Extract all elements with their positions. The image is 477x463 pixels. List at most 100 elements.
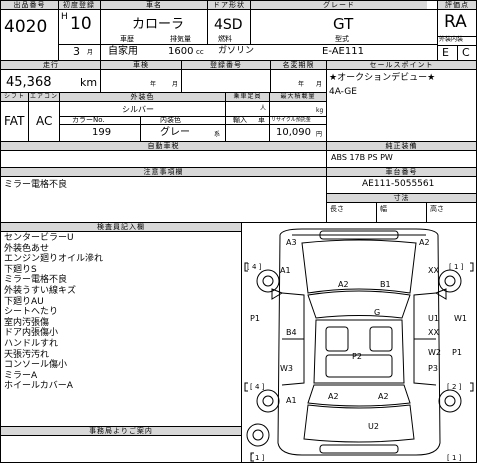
score-label: 評価点 bbox=[438, 1, 476, 9]
shift: FAT bbox=[4, 114, 25, 128]
name-change-label: 名変期限 bbox=[271, 61, 326, 69]
ac: AC bbox=[36, 114, 53, 128]
mark-A2-rear-right: A2 bbox=[378, 392, 389, 401]
height-label: 高さ bbox=[430, 205, 444, 213]
list-item: ミラー電格不良 bbox=[4, 275, 68, 286]
payload-unit: kg bbox=[316, 107, 324, 114]
score: RA bbox=[444, 12, 467, 32]
reg-month: 3 bbox=[73, 45, 80, 58]
model-label: 型式 bbox=[335, 35, 349, 43]
era: H bbox=[61, 12, 68, 22]
ac-label: エアコン bbox=[29, 93, 59, 101]
list-item: 天張汚汚れ bbox=[4, 349, 50, 360]
grade: GT bbox=[333, 15, 354, 33]
color-no: 199 bbox=[92, 127, 112, 138]
interior-color-unit: 系 bbox=[214, 131, 221, 138]
mileage-label: 走行 bbox=[1, 61, 101, 69]
genuine-equipment-label: 純正装備 bbox=[327, 142, 476, 150]
doors-label: ドア形状 bbox=[208, 1, 250, 9]
exterior-color-label: 外装色 bbox=[60, 93, 225, 101]
capacity-unit: 人 bbox=[260, 105, 267, 112]
mark-W2: W2 bbox=[428, 348, 441, 357]
interior-exterior-label: 外装内装 bbox=[439, 36, 464, 43]
mark-W3: W3 bbox=[280, 364, 293, 373]
mark-P1-left: P1 bbox=[250, 314, 260, 323]
color-no-label: カラーNo. bbox=[72, 116, 105, 124]
name-change-month: 月 bbox=[316, 81, 323, 88]
import-label: 輸入 bbox=[233, 116, 247, 124]
car-name: カローラ bbox=[132, 17, 185, 32]
car-damage-diagram: A3 A2 [ 4 ] [ 1 ] A1 XX A2 B1 P1 G U1 W1… bbox=[244, 228, 474, 462]
tire-extra: [ 1 ] bbox=[447, 454, 462, 462]
car-name-label: 車名 bbox=[101, 1, 207, 9]
list-item: ホイールカバーA bbox=[4, 381, 73, 392]
inspection-label: 車検 bbox=[101, 61, 181, 69]
capacity-label: 乗車定員 bbox=[226, 93, 269, 101]
tire-front-right: [ 1 ] bbox=[449, 263, 464, 271]
reg-month-unit: 月 bbox=[87, 49, 94, 56]
interior-color: グレー bbox=[160, 127, 190, 138]
interior-color-label: 内装色 bbox=[160, 116, 181, 124]
shift-label: シフト bbox=[1, 93, 28, 101]
exterior-score: E bbox=[442, 46, 449, 59]
mark-A3: A3 bbox=[286, 238, 297, 247]
mark-XX-front: XX bbox=[428, 266, 439, 275]
mark-A1-rear: A1 bbox=[286, 396, 297, 405]
inspection-list: センタービラーU 外装色あせ エンジン廻りオイル滲れ 下廻りS ミラー電格不良 … bbox=[4, 233, 103, 392]
width-label: 幅 bbox=[380, 205, 387, 213]
registration-label: 登録番号 bbox=[182, 61, 270, 69]
mark-G: G bbox=[374, 308, 380, 317]
mark-U2: U2 bbox=[368, 422, 379, 431]
grade-label: グレード bbox=[251, 1, 427, 9]
displacement-unit: cc bbox=[196, 48, 204, 56]
import-value: 車 bbox=[258, 116, 265, 124]
frame-no-label: 車台番号 bbox=[327, 168, 476, 176]
exterior-color: シルバー bbox=[122, 105, 154, 114]
office-label: 事務局よりご案内 bbox=[1, 427, 241, 435]
list-item: センタービラーU bbox=[4, 233, 74, 243]
mark-A1-front: A1 bbox=[280, 266, 291, 275]
displacement-label: 排気量 bbox=[170, 35, 191, 43]
reg-year: 10 bbox=[70, 14, 92, 34]
doors: 4SD bbox=[214, 17, 243, 33]
interior-score: C bbox=[462, 46, 470, 59]
recycle-label: リサイクル預託金 bbox=[271, 117, 311, 123]
list-item: ドア内張傷小 bbox=[4, 328, 59, 339]
mileage: 45,368 bbox=[6, 75, 52, 90]
mileage-unit: km bbox=[80, 76, 98, 89]
sales-point-1: ★オークションデビュー★ bbox=[329, 73, 436, 83]
recycle-unit: 円 bbox=[316, 131, 323, 138]
mark-U1: U1 bbox=[428, 314, 439, 323]
list-item: 室内汚張傷 bbox=[4, 317, 50, 328]
mark-A2-hood: A2 bbox=[338, 280, 349, 289]
mark-W1: W1 bbox=[454, 314, 467, 323]
usage-label: 車歴 bbox=[120, 35, 134, 43]
caution-label: 注意事項欄 bbox=[1, 168, 326, 176]
list-item: コンソール傷小 bbox=[4, 360, 68, 371]
tire-spare: [ 1 ] bbox=[250, 454, 265, 462]
recycle-amount: 10,090 bbox=[276, 127, 311, 138]
list-item: 外装うすい線キズ bbox=[4, 285, 77, 296]
tire-rear-right: [ 2 ] bbox=[447, 383, 462, 391]
inspection-label: 検査員記入欄 bbox=[1, 223, 241, 231]
model: E-AE111 bbox=[322, 46, 364, 57]
length-label: 長さ bbox=[330, 205, 344, 213]
mark-P3: P3 bbox=[428, 364, 438, 373]
lot-number: 4020 bbox=[4, 17, 48, 37]
sales-point-label: セールスポイント bbox=[327, 61, 476, 69]
sales-point-2: 4A-GE bbox=[329, 87, 357, 97]
frame-no: AE111-5055561 bbox=[362, 179, 435, 189]
list-item: シートへたり bbox=[4, 307, 59, 318]
list-item: ミラーA bbox=[4, 370, 38, 381]
tire-rear-left: [ 4 ] bbox=[250, 383, 265, 391]
inspection-year: 年 bbox=[150, 81, 157, 88]
list-item: 下廻りS bbox=[4, 264, 37, 275]
mark-A2-front: A2 bbox=[419, 238, 430, 247]
fuel-label: 燃料 bbox=[218, 35, 232, 43]
first-reg-label: 初度登録 bbox=[58, 1, 100, 9]
list-item: エンジン廻りオイル滲れ bbox=[4, 254, 104, 265]
usage: 自家用 bbox=[108, 46, 138, 57]
dimensions-label: 寸法 bbox=[327, 194, 476, 202]
name-change-year: 年 bbox=[298, 81, 305, 88]
payload-label: 最大積載量 bbox=[270, 93, 326, 101]
